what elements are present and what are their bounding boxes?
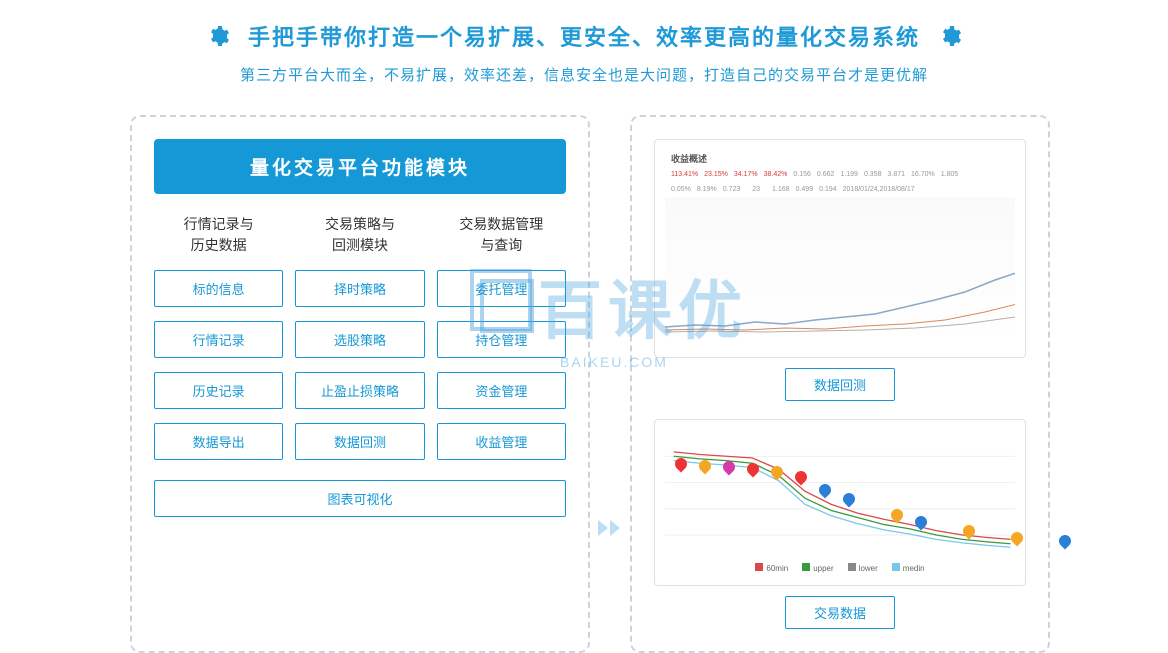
gear-icon [206, 24, 230, 48]
module-column: 行情记录与历史数据标的信息行情记录历史记录数据导出 [154, 214, 283, 474]
trading-chart: 60min upper lower medin [665, 430, 1015, 575]
backtest-chart [665, 197, 1015, 347]
legend-item: lower [848, 563, 878, 573]
chart-card-backtest: 收益概述 113.41%23.15%34.17%38.42%0.1560.662… [654, 139, 1026, 401]
backtest-label-button[interactable]: 数据回测 [785, 368, 895, 401]
module-box: 数据回测 [295, 423, 424, 460]
module-box: 选股策略 [295, 321, 424, 358]
module-box: 择时策略 [295, 270, 424, 307]
module-box: 资金管理 [437, 372, 566, 409]
column-head: 交易策略与回测模块 [295, 214, 424, 256]
legend-item: upper [802, 563, 833, 573]
module-box: 数据导出 [154, 423, 283, 460]
chart1-stats-row: 113.41%23.15%34.17%38.42%0.1560.6621.199… [665, 167, 1015, 182]
module-box: 持仓管理 [437, 321, 566, 358]
header: 手把手带你打造一个易扩展、更安全、效率更高的量化交易系统 第三方平台大而全，不易… [0, 0, 1168, 85]
trading-label-button[interactable]: 交易数据 [785, 596, 895, 629]
module-box: 行情记录 [154, 321, 283, 358]
module-column: 交易数据管理与查询委托管理持仓管理资金管理收益管理 [437, 214, 566, 474]
module-box-visualization: 图表可视化 [154, 480, 566, 517]
legend-item: medin [892, 563, 925, 573]
module-column: 交易策略与回测模块择时策略选股策略止盈止损策略数据回测 [295, 214, 424, 474]
modules-panel: 量化交易平台功能模块 行情记录与历史数据标的信息行情记录历史记录数据导出交易策略… [130, 115, 590, 653]
modules-banner: 量化交易平台功能模块 [154, 139, 566, 194]
chart1-stats-row: 0.05%8.19%0.723231.1680.4990.1942018/01/… [665, 182, 1015, 197]
chart-card-trading: 60min upper lower medin 交易数据 [654, 419, 1026, 629]
marker-pin [1057, 532, 1074, 549]
gear-icon [938, 24, 962, 48]
page-title: 手把手带你打造一个易扩展、更安全、效率更高的量化交易系统 [248, 20, 920, 52]
module-box: 止盈止损策略 [295, 372, 424, 409]
module-box: 收益管理 [437, 423, 566, 460]
preview-panel: 收益概述 113.41%23.15%34.17%38.42%0.1560.662… [630, 115, 1050, 653]
page-subtitle: 第三方平台大而全，不易扩展，效率还差，信息安全也是大问题，打造自己的交易平台才是… [0, 64, 1168, 85]
module-box: 历史记录 [154, 372, 283, 409]
chart1-title: 收益概述 [665, 150, 1015, 167]
column-head: 交易数据管理与查询 [437, 214, 566, 256]
module-box: 标的信息 [154, 270, 283, 307]
module-box: 委托管理 [437, 270, 566, 307]
legend-item: 60min [755, 563, 788, 573]
column-head: 行情记录与历史数据 [154, 214, 283, 256]
title-row: 手把手带你打造一个易扩展、更安全、效率更高的量化交易系统 [0, 20, 1168, 52]
arrow-icon [598, 520, 620, 536]
